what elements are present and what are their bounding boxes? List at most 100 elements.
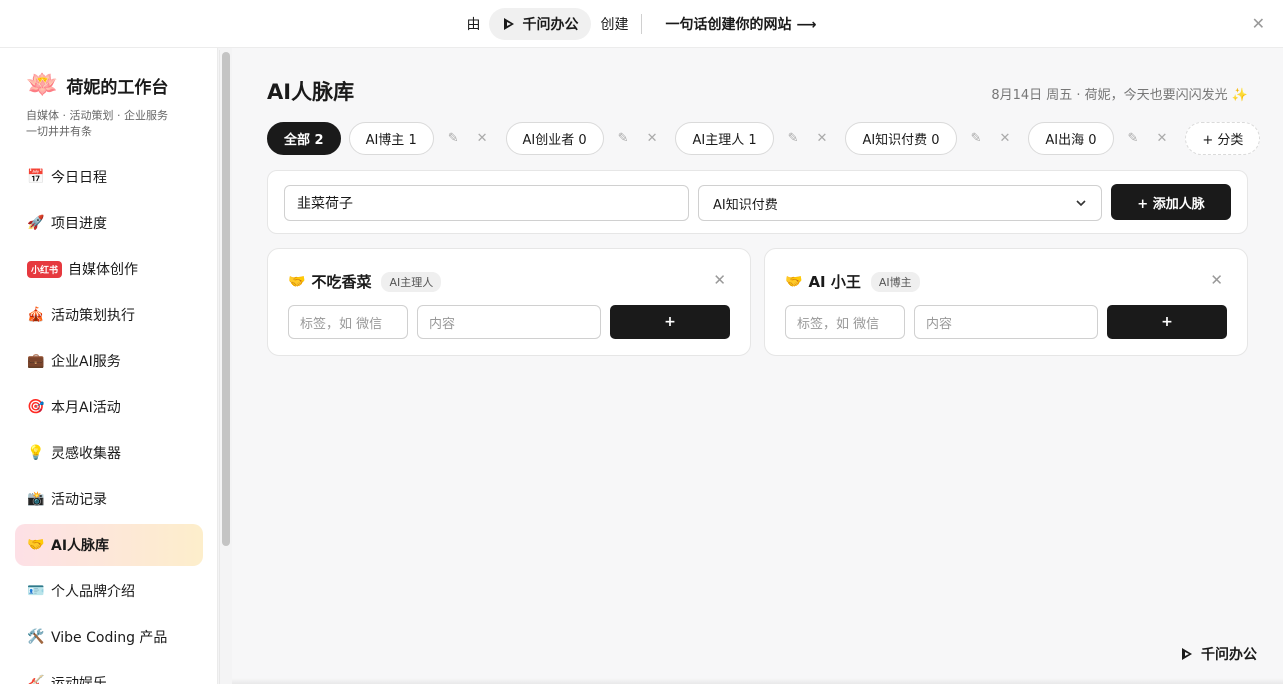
field-content-input[interactable]: 内容 <box>417 305 601 339</box>
tab-tools: ✎ ✕ <box>788 131 828 146</box>
field-label-input[interactable]: 标签，如 微信 <box>288 305 408 339</box>
sidebar-scrollbar-thumb[interactable] <box>222 52 230 546</box>
contact-card: 🤝 不吃香菜 AI主理人 ✕ 标签，如 微信 内容 + <box>267 248 751 356</box>
close-icon[interactable]: ✕ <box>1156 131 1167 146</box>
sidebar-item-label: 活动策划执行 <box>51 308 135 324</box>
sidebar-item-label: 企业AI服务 <box>51 354 121 370</box>
camera-icon: 📸 <box>27 491 45 507</box>
sidebar-item-monthly[interactable]: 🎯 本月AI活动 <box>15 386 203 428</box>
field-label-input[interactable]: 标签，如 微信 <box>785 305 905 339</box>
sidebar-item-label: 本月AI活动 <box>51 400 121 416</box>
sidebar-item-label: 灵感收集器 <box>51 446 121 462</box>
sidebar-item-vibe-coding[interactable]: 🛠️ Vibe Coding 产品 <box>15 616 203 658</box>
pencil-icon[interactable]: ✎ <box>788 131 799 146</box>
handshake-icon: 🤝 <box>288 273 306 290</box>
briefcase-icon: 💼 <box>27 353 45 369</box>
main-content: AI人脉库 8月14日 周五 · 荷妮，今天也要闪闪发光 ✨ 全部 2 AI博主… <box>232 48 1283 684</box>
sidebar-item-schedule[interactable]: 📅 今日日程 <box>15 156 203 198</box>
sidebar-brand: 🪷 荷妮的工作台 <box>26 70 168 100</box>
add-category-button[interactable]: + 分类 <box>1185 122 1261 155</box>
sidebar-item-label: AI人脉库 <box>51 538 110 554</box>
add-field-button[interactable]: + <box>1107 305 1227 339</box>
sidebar-item-projects[interactable]: 🚀 项目进度 <box>15 202 203 244</box>
greeting-text: 8月14日 周五 · 荷妮，今天也要闪闪发光 ✨ <box>991 88 1248 103</box>
tab-ai-overseas[interactable]: AI出海 0 <box>1028 122 1114 155</box>
tab-tools: ✎ ✕ <box>448 131 488 146</box>
add-field-button[interactable]: + <box>610 305 730 339</box>
sidebar: 🪷 荷妮的工作台 自媒体 · 活动策划 · 企业服务 一切井井有条 📅 今日日程 … <box>0 48 218 684</box>
tools-icon: 🛠️ <box>27 629 45 645</box>
close-icon[interactable]: ✕ <box>647 131 658 146</box>
guitar-icon: 🎸 <box>27 675 45 684</box>
contact-card-header: 🤝 AI 小王 AI博主 <box>785 271 920 292</box>
bottom-shadow <box>232 678 1283 684</box>
pencil-icon[interactable]: ✎ <box>1128 131 1139 146</box>
pencil-icon[interactable]: ✎ <box>618 131 629 146</box>
banner-brand-pill[interactable]: 千问办公 <box>488 7 591 40</box>
sidebar-item-label: 自媒体创作 <box>68 262 139 278</box>
close-icon[interactable]: ✕ <box>817 131 828 146</box>
workspace-title: 荷妮的工作台 <box>66 77 169 98</box>
category-select-value: AI知识付费 <box>713 197 778 213</box>
sidebar-item-media[interactable]: 小红书 自媒体创作 <box>15 248 203 290</box>
sidebar-item-events[interactable]: 🎪 活动策划执行 <box>15 294 203 336</box>
lotus-logo-icon: 🪷 <box>26 70 59 100</box>
sidebar-item-enterprise[interactable]: 💼 企业AI服务 <box>15 340 203 382</box>
banner-close-icon[interactable]: ✕ <box>1252 14 1265 33</box>
sidebar-item-brand[interactable]: 🪪 个人品牌介绍 <box>15 570 203 612</box>
contact-card-header: 🤝 不吃香菜 AI主理人 <box>288 271 442 292</box>
tab-tools: ✎ ✕ <box>618 131 658 146</box>
sidebar-item-label: 今日日程 <box>51 170 107 186</box>
contact-tag: AI博主 <box>870 271 920 292</box>
contact-name-input[interactable]: 韭菜荷子 <box>284 185 689 221</box>
tab-ai-host[interactable]: AI主理人 1 <box>675 122 774 155</box>
sidebar-item-records[interactable]: 📸 活动记录 <box>15 478 203 520</box>
sidebar-item-label: 个人品牌介绍 <box>51 584 135 600</box>
tab-ai-knowledge[interactable]: AI知识付费 0 <box>845 122 957 155</box>
contact-name: AI 小王 <box>808 273 861 291</box>
pencil-icon[interactable]: ✎ <box>448 131 459 146</box>
sidebar-item-label: 运动娱乐 <box>51 676 107 684</box>
top-banner: 由 千问办公 创建 一句话创建你的网站 ⟶ ✕ <box>0 0 1283 48</box>
tab-tools: ✎ ✕ <box>971 131 1011 146</box>
workspace-subtitle: 自媒体 · 活动策划 · 企业服务 一切井井有条 <box>26 108 168 140</box>
pencil-icon[interactable]: ✎ <box>971 131 982 146</box>
sidebar-item-contacts[interactable]: 🤝 AI人脉库 <box>15 524 203 566</box>
field-content-input[interactable]: 内容 <box>914 305 1098 339</box>
sidebar-item-sports[interactable]: 🎸 运动娱乐 <box>15 662 203 684</box>
delete-contact-icon[interactable]: ✕ <box>1210 271 1223 289</box>
banner-cta-link[interactable]: 一句话创建你的网站 ⟶ <box>666 14 817 34</box>
close-icon[interactable]: ✕ <box>999 131 1010 146</box>
delete-contact-icon[interactable]: ✕ <box>713 271 726 289</box>
category-select[interactable]: AI知识付费 <box>698 185 1102 221</box>
sidebar-scrollbar[interactable] <box>219 50 231 684</box>
workspace-subtitle-line1: 自媒体 · 活动策划 · 企业服务 <box>26 109 168 122</box>
xiaohongshu-badge-icon: 小红书 <box>27 260 63 278</box>
workspace-subtitle-line2: 一切井井有条 <box>26 125 92 138</box>
footer-brand[interactable]: 千问办公 <box>1179 644 1257 664</box>
chevron-down-icon <box>1076 200 1086 207</box>
handshake-icon: 🤝 <box>27 537 45 553</box>
circus-tent-icon: 🎪 <box>27 307 45 323</box>
contact-name: 不吃香菜 <box>311 273 372 291</box>
tab-all[interactable]: 全部 2 <box>267 122 341 155</box>
tab-ai-founder[interactable]: AI创业者 0 <box>505 122 604 155</box>
calendar-icon: 📅 <box>27 169 45 185</box>
sidebar-item-ideas[interactable]: 💡 灵感收集器 <box>15 432 203 474</box>
close-icon[interactable]: ✕ <box>477 131 488 146</box>
tab-tools: ✎ ✕ <box>1128 131 1168 146</box>
add-contact-form: 韭菜荷子 AI知识付费 + 添加人脉 <box>267 170 1248 234</box>
footer-brand-name: 千问办公 <box>1201 647 1257 663</box>
contact-tag: AI主理人 <box>381 271 442 292</box>
add-contact-button[interactable]: + 添加人脉 <box>1111 184 1231 220</box>
contact-card: 🤝 AI 小王 AI博主 ✕ 标签，如 微信 内容 + <box>764 248 1248 356</box>
lightbulb-icon: 💡 <box>27 445 45 461</box>
tab-ai-blogger[interactable]: AI博主 1 <box>348 122 434 155</box>
handshake-icon: 🤝 <box>785 273 803 290</box>
qianwen-logo-icon <box>1182 648 1192 660</box>
banner-brand-name: 千问办公 <box>522 16 579 33</box>
sidebar-nav: 📅 今日日程 🚀 项目进度 小红书 自媒体创作 🎪 活动策划执行 💼 企业AI服务 🎯 本月… <box>15 156 203 684</box>
banner-create-text: 创建 <box>601 13 642 34</box>
sidebar-item-label: 活动记录 <box>51 492 107 508</box>
banner-by-text: 由 <box>466 16 481 33</box>
